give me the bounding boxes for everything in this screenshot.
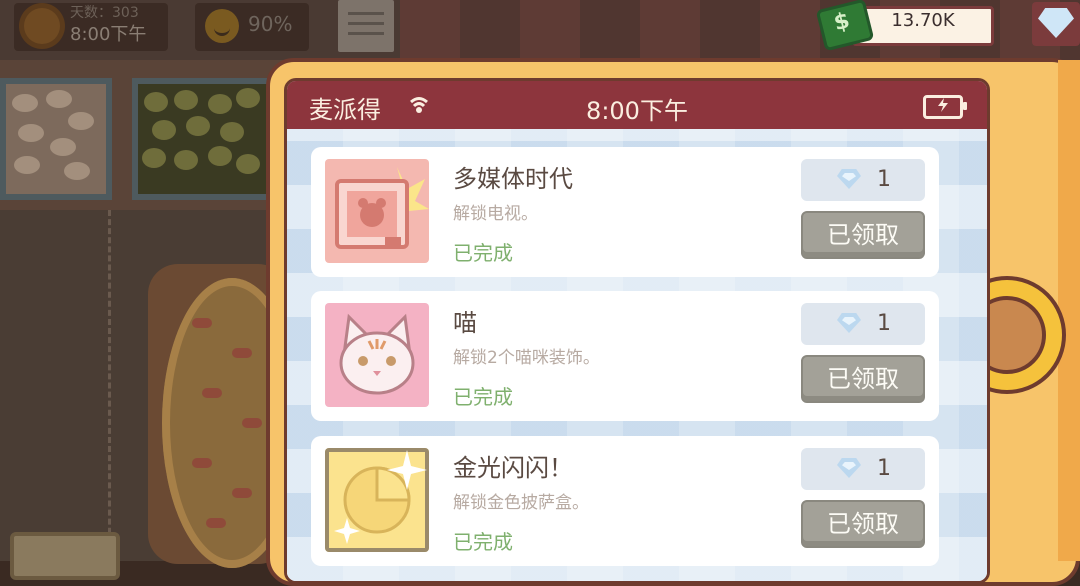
reward-badge: 1 [801, 303, 925, 345]
achievement-card: 喵 解锁2个喵咪装饰。 已完成 1 已领取 [311, 291, 939, 421]
day-counter: 天数：303 [70, 5, 139, 21]
reward-count: 1 [877, 167, 891, 192]
achievement-title: 喵 [453, 309, 477, 337]
gem-shop-icon[interactable] [1032, 2, 1080, 46]
claimed-button[interactable]: 已领取 [801, 500, 925, 548]
reward-badge: 1 [801, 448, 925, 490]
achievement-title: 多媒体时代 [453, 165, 573, 193]
tv-icon [325, 159, 429, 263]
achievement-card: 多媒体时代 解锁电视。 已完成 1 已领取 [311, 147, 939, 277]
pizza-box-slot[interactable] [10, 532, 120, 580]
achievement-status: 已完成 [453, 530, 513, 554]
mood-percent: 90% [248, 12, 293, 36]
olive-bin[interactable] [132, 78, 274, 200]
achievement-status: 已完成 [453, 385, 513, 409]
achievement-description: 解锁金色披萨盒。 [453, 493, 589, 513]
app-name: 麦派得 [309, 96, 381, 124]
money-value: 13.70K [891, 10, 955, 31]
achievement-title: 金光闪闪！ [453, 454, 573, 482]
gem-icon [837, 169, 861, 189]
battery-icon [923, 95, 967, 119]
sun-icon [24, 8, 60, 44]
status-bar: 麦派得 8:00下午 [287, 81, 987, 129]
achievement-description: 解锁电视。 [453, 204, 538, 224]
gold-pizza-box-icon [325, 448, 429, 552]
game-time: 8:00下午 [70, 24, 147, 45]
achievement-status: 已完成 [453, 241, 513, 265]
wifi-icon [410, 97, 428, 113]
smile-icon [205, 9, 239, 43]
reward-count: 1 [877, 456, 891, 481]
reward-badge: 1 [801, 159, 925, 201]
reward-count: 1 [877, 311, 891, 336]
claimed-button[interactable]: 已领取 [801, 211, 925, 259]
phone-edge [1058, 60, 1080, 561]
achievement-card: 金光闪闪！ 解锁金色披萨盒。 已完成 1 已领取 [311, 436, 939, 566]
gem-icon [837, 313, 861, 333]
mushroom-bin[interactable] [0, 78, 112, 200]
gem-icon [837, 458, 861, 478]
achievement-description: 解锁2个喵咪装饰。 [453, 348, 600, 368]
order-notepad-icon[interactable] [338, 0, 394, 52]
phone-clock: 8:00下午 [586, 97, 688, 125]
phone-screen: 麦派得 8:00下午 多媒体时代 解锁电视。 已完成 1 已领取 喵 解锁2个喵… [284, 78, 990, 584]
cat-icon [325, 303, 429, 407]
claimed-button[interactable]: 已领取 [801, 355, 925, 403]
